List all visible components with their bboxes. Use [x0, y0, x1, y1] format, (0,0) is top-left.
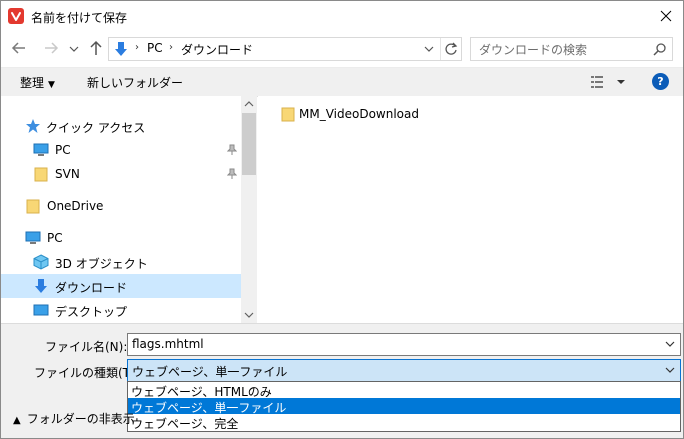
close-icon [660, 10, 672, 22]
nav-pc-label: PC [47, 231, 63, 245]
filetype-option[interactable]: ウェブページ、HTMLのみ [128, 382, 680, 399]
computer-icon [25, 231, 41, 244]
folder-icon [281, 107, 295, 122]
filename-field[interactable]: flags.mhtml [127, 333, 681, 356]
nav-3d-objects[interactable]: 3D オブジェクト [1, 250, 241, 274]
nav-onedrive[interactable]: OneDrive [1, 194, 241, 218]
nav-svn[interactable]: SVN [1, 162, 241, 186]
vivaldi-icon [8, 8, 24, 24]
window-title: 名前を付けて保存 [31, 11, 128, 25]
option-label: ウェブページ、完全 [131, 417, 239, 431]
scroll-up-button[interactable] [241, 96, 257, 112]
chevron-down-icon [69, 46, 79, 52]
nav-onedrive-label: OneDrive [47, 199, 104, 213]
chevron-up-icon: ▲ [13, 415, 21, 426]
breadcrumb-separator: › [169, 42, 173, 53]
search-icon[interactable] [653, 42, 667, 56]
title-bar: 名前を付けて保存 [1, 1, 683, 31]
breadcrumb-downloads[interactable]: ダウンロード [181, 41, 253, 58]
breadcrumb-pc[interactable]: PC [147, 41, 163, 55]
up-button[interactable] [87, 39, 105, 57]
arrow-right-icon [45, 42, 59, 54]
nav-desktop[interactable]: デスクトップ [1, 298, 241, 322]
filetype-label: ファイルの種類(T): [34, 366, 139, 380]
cube-icon [33, 254, 49, 270]
address-bar[interactable]: › PC › ダウンロード [108, 37, 462, 61]
nav-desktop-label: デスクトップ [55, 305, 128, 319]
nav-quick-access-label: クイック アクセス [46, 121, 146, 135]
scroll-down-button[interactable] [241, 307, 257, 323]
arrow-left-icon [11, 42, 25, 54]
help-button[interactable]: ? [652, 73, 669, 90]
filename-label: ファイル名(N): [45, 340, 128, 354]
folder-icon [26, 199, 40, 214]
filetype-select[interactable]: ウェブページ、単一ファイル [127, 359, 681, 382]
view-details-icon [591, 76, 625, 88]
file-item-label: MM_VideoDownload [299, 107, 419, 121]
nav-3d-objects-label: 3D オブジェクト [55, 257, 148, 271]
filetype-option-selected[interactable]: ウェブページ、単一ファイル [128, 398, 680, 415]
breadcrumb-separator: › [135, 42, 139, 53]
scroll-thumb[interactable] [242, 113, 256, 175]
hide-folders-button[interactable]: ▲ フォルダーの非表示 [13, 410, 135, 427]
file-list: MM_VideoDownload [258, 96, 683, 323]
chevron-down-icon [665, 367, 675, 373]
nav-pc[interactable]: PC [1, 226, 241, 250]
nav-scrollbar[interactable] [241, 96, 257, 323]
chevron-down-icon[interactable] [664, 338, 676, 350]
arrow-up-icon [90, 40, 102, 55]
filetype-dropdown-list: ウェブページ、HTMLのみ ウェブページ、単一ファイル ウェブページ、完全 [127, 381, 681, 432]
search-input[interactable]: ダウンロードの検索 [470, 37, 673, 61]
save-options-area: ファイル名(N): flags.mhtml ファイルの種類(T): ウェブページ… [1, 323, 683, 438]
search-placeholder: ダウンロードの検索 [479, 43, 588, 57]
folder-icon [34, 167, 48, 182]
chevron-down-icon [424, 46, 434, 52]
nav-pc-pinned-label: PC [55, 143, 71, 157]
back-button[interactable] [10, 39, 28, 57]
view-options-button[interactable] [589, 74, 629, 90]
refresh-icon [445, 42, 458, 55]
desktop-icon [33, 304, 49, 316]
pin-icon [227, 144, 237, 155]
recent-locations-button[interactable] [67, 39, 81, 57]
close-button[interactable] [649, 1, 683, 31]
download-arrow-icon [115, 42, 127, 56]
nav-quick-access[interactable]: クイック アクセス [1, 114, 241, 138]
nav-downloads-label: ダウンロード [55, 281, 128, 295]
refresh-button[interactable] [440, 38, 461, 60]
caret-down-icon: ▼ [48, 80, 55, 90]
chevron-down-icon [244, 312, 254, 318]
filetype-option[interactable]: ウェブページ、完全 [128, 414, 680, 431]
nav-pc-pinned[interactable]: PC [1, 138, 241, 162]
forward-button[interactable] [42, 39, 60, 57]
organize-label: 整理 [20, 76, 45, 90]
new-folder-button[interactable]: 新しいフォルダー [87, 74, 183, 91]
command-bar: 整理 ▼ 新しいフォルダー ? [1, 67, 683, 97]
download-arrow-icon [35, 279, 47, 293]
nav-svn-label: SVN [55, 167, 80, 181]
pin-icon [227, 168, 237, 179]
hide-folders-label: フォルダーの非表示 [26, 412, 135, 426]
nav-downloads[interactable]: ダウンロード [1, 274, 241, 298]
organize-button[interactable]: 整理 ▼ [20, 74, 55, 91]
computer-icon [33, 143, 49, 156]
address-history-button[interactable] [421, 41, 437, 57]
star-icon [26, 119, 40, 133]
chevron-up-icon [244, 101, 254, 107]
filetype-value: ウェブページ、単一ファイル [132, 365, 288, 379]
filename-value: flags.mhtml [132, 337, 204, 351]
save-as-dialog: 名前を付けて保存 › PC › ダウンロード ダウンロードの検索 整理 ▼ 新し… [0, 0, 684, 439]
navigation-pane: クイック アクセス PC SVN OneDrive PC 3D オブジェクト ダ… [1, 96, 257, 323]
